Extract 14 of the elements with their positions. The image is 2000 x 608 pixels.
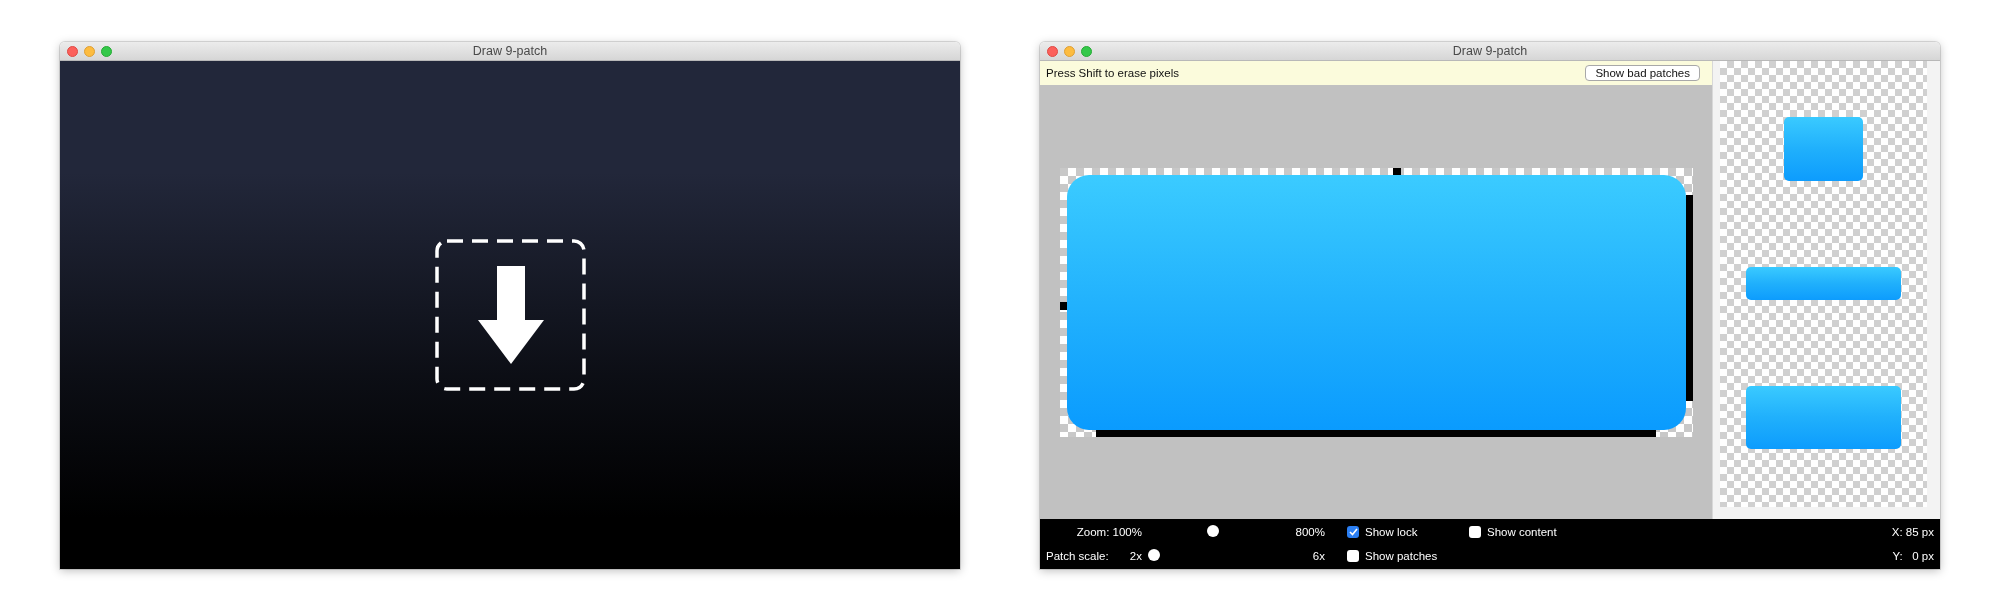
slider-max-label: 800% <box>1294 526 1325 538</box>
checkbox-label: Show patches <box>1365 550 1438 562</box>
checkbox-label: Show content <box>1487 526 1557 538</box>
show-bad-patches-button[interactable]: Show bad patches <box>1585 65 1700 81</box>
window-title: Draw 9-patch <box>472 44 548 58</box>
slider-min-label: 2x <box>1129 550 1142 562</box>
window-title: Draw 9-patch <box>1452 44 1528 58</box>
coordinate-readout: X: 85 px <box>1891 526 1935 538</box>
patch-scale-label: Patch scale: <box>1046 550 1109 562</box>
slider-max-label: 6x <box>1311 550 1325 562</box>
checkbox-label: Show lock <box>1365 526 1418 538</box>
coordinate-readout: Y: 0 px <box>1892 550 1935 562</box>
hint-text: Press Shift to erase pixels <box>1046 67 1179 79</box>
zoom-label: Zoom: 100% <box>1076 526 1142 538</box>
